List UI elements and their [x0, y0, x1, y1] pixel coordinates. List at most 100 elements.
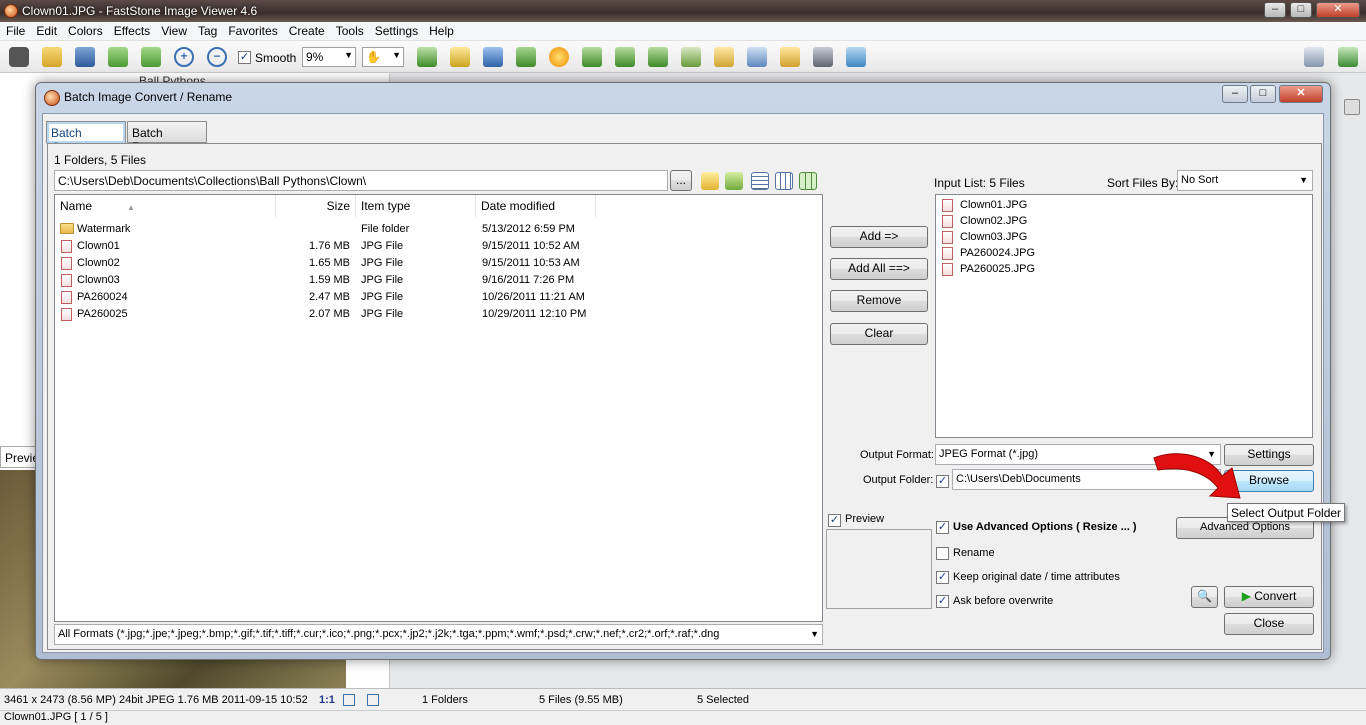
- close-dialog-button[interactable]: Close: [1224, 613, 1314, 635]
- close-button[interactable]: ✕: [1316, 2, 1360, 18]
- menu-create[interactable]: Create: [283, 22, 330, 38]
- file-type: JPG File: [361, 240, 404, 252]
- rename-checkbox[interactable]: [936, 547, 949, 560]
- details-view-icon[interactable]: [775, 172, 793, 190]
- file-date: 10/29/2011 12:10 PM: [482, 308, 587, 320]
- camera-icon[interactable]: [9, 47, 29, 67]
- full-size-icon[interactable]: [367, 694, 379, 706]
- keep-date-checkbox[interactable]: ✓: [936, 571, 949, 584]
- remove-button[interactable]: Remove: [830, 290, 928, 312]
- table-row[interactable]: Watermark File folder 5/13/2012 6:59 PM: [55, 221, 822, 238]
- convert-button[interactable]: ▶ Convert: [1224, 586, 1314, 608]
- file-name: PA260025: [77, 308, 128, 320]
- menu-settings[interactable]: Settings: [369, 22, 423, 38]
- up-folder-icon[interactable]: [701, 172, 719, 190]
- list-item[interactable]: Clown03.JPG: [940, 229, 1308, 245]
- sort-files-select[interactable]: No Sort ▼: [1177, 170, 1313, 191]
- chevron-down-icon: ▼: [344, 50, 353, 60]
- batch-icon[interactable]: [846, 47, 866, 67]
- thumbnail-view-icon[interactable]: [799, 172, 817, 190]
- menu-view[interactable]: View: [155, 22, 192, 38]
- draw-icon[interactable]: [747, 47, 767, 67]
- list-item[interactable]: PA260024.JPG: [940, 245, 1308, 261]
- actual-size-ratio[interactable]: 1:1: [319, 694, 335, 706]
- refresh-folder-icon[interactable]: [725, 172, 743, 190]
- minimize-button[interactable]: –: [1264, 2, 1286, 18]
- output-folder-checkbox[interactable]: ✓: [936, 475, 949, 488]
- zoom-out-icon[interactable]: −: [207, 47, 227, 67]
- dialog-title: Batch Image Convert / Rename: [64, 90, 233, 104]
- list-item[interactable]: PA260025.JPG: [940, 261, 1308, 277]
- smooth-label: Smooth: [255, 51, 297, 65]
- menu-colors[interactable]: Colors: [62, 22, 108, 38]
- colors-icon[interactable]: [483, 47, 503, 67]
- add-button[interactable]: Add =>: [830, 226, 928, 248]
- preview-tab[interactable]: Previe: [0, 446, 40, 468]
- sun-icon[interactable]: [549, 47, 569, 67]
- path-field[interactable]: C:\Users\Deb\Documents\Collections\Ball …: [54, 170, 668, 191]
- clear-button[interactable]: Clear: [830, 323, 928, 345]
- fit-icon[interactable]: [417, 47, 437, 67]
- format-filter-select[interactable]: All Formats (*.jpg;*.jpe;*.jpeg;*.bmp;*.…: [54, 624, 823, 645]
- dialog-maximize-button[interactable]: □: [1250, 85, 1276, 103]
- preview-checkbox[interactable]: ✓: [828, 514, 841, 527]
- menu-help[interactable]: Help: [423, 22, 459, 38]
- ask-overwrite-label: Ask before overwrite: [953, 595, 1054, 607]
- compare-icon[interactable]: [714, 47, 734, 67]
- menu-edit[interactable]: Edit: [30, 22, 62, 38]
- list-view-icon[interactable]: [751, 172, 769, 190]
- dialog-minimize-button[interactable]: –: [1222, 85, 1248, 103]
- trash-icon[interactable]: [1344, 99, 1360, 115]
- open-folder-icon[interactable]: [42, 47, 62, 67]
- menu-effects[interactable]: Effects: [108, 22, 155, 38]
- rotate-right-icon[interactable]: [615, 47, 635, 67]
- maximize-button[interactable]: □: [1290, 2, 1312, 18]
- layout-icon[interactable]: [1304, 47, 1324, 67]
- preview-magnifier-button[interactable]: 🔍: [1191, 586, 1218, 608]
- zoom-select[interactable]: 9% ▼: [302, 47, 356, 67]
- next-icon[interactable]: [141, 47, 161, 67]
- smooth-checkbox[interactable]: ✓: [238, 51, 251, 64]
- file-date: 10/26/2011 11:21 AM: [482, 291, 585, 303]
- column-name[interactable]: Name ▲: [55, 195, 276, 217]
- menu-tag[interactable]: Tag: [192, 22, 222, 38]
- fullscreen-icon[interactable]: [1338, 47, 1358, 67]
- tab-batch-convert[interactable]: Batch Convert: [46, 121, 126, 154]
- table-row[interactable]: PA260025 2.07 MB JPG File 10/29/2011 12:…: [55, 306, 822, 323]
- flip-icon[interactable]: [648, 47, 668, 67]
- column-date-modified[interactable]: Date modified: [476, 195, 596, 217]
- table-row[interactable]: PA260024 2.47 MB JPG File 10/26/2011 11:…: [55, 289, 822, 306]
- menu-favorites[interactable]: Favorites: [222, 22, 282, 38]
- hand-tool-select[interactable]: ✋ ▼: [362, 47, 404, 67]
- print-icon[interactable]: [813, 47, 833, 67]
- sort-files-label: Sort Files By:: [1107, 176, 1179, 190]
- menu-file[interactable]: File: [0, 22, 30, 38]
- use-advanced-checkbox[interactable]: ✓: [936, 521, 949, 534]
- slideshow-icon[interactable]: [681, 47, 701, 67]
- user-icon[interactable]: [516, 47, 536, 67]
- email-icon[interactable]: [780, 47, 800, 67]
- rotate-left-icon[interactable]: [582, 47, 602, 67]
- table-row[interactable]: Clown03 1.59 MB JPG File 9/16/2011 7:26 …: [55, 272, 822, 289]
- add-all-button[interactable]: Add All ==>: [830, 258, 928, 280]
- jpg-file-icon: [61, 240, 72, 253]
- zoom-in-icon[interactable]: +: [174, 47, 194, 67]
- column-item-type[interactable]: Item type: [356, 195, 476, 217]
- dialog-close-button[interactable]: ✕: [1279, 85, 1323, 103]
- list-item[interactable]: Clown02.JPG: [940, 213, 1308, 229]
- use-advanced-label: Use Advanced Options ( Resize ... ): [953, 521, 1137, 533]
- menu-tools[interactable]: Tools: [330, 22, 369, 38]
- table-row[interactable]: Clown01 1.76 MB JPG File 9/15/2011 10:52…: [55, 238, 822, 255]
- batch-convert-dialog: Batch Image Convert / Rename – □ ✕ Batch…: [35, 82, 1331, 660]
- previous-icon[interactable]: [108, 47, 128, 67]
- fit-window-icon[interactable]: [343, 694, 355, 706]
- ask-overwrite-checkbox[interactable]: ✓: [936, 595, 949, 608]
- tab-batch-rename[interactable]: Batch Rename: [127, 121, 207, 154]
- list-item[interactable]: Clown01.JPG: [940, 197, 1308, 213]
- save-icon[interactable]: [75, 47, 95, 67]
- table-row[interactable]: Clown02 1.65 MB JPG File 9/15/2011 10:53…: [55, 255, 822, 272]
- column-size[interactable]: Size: [276, 195, 356, 217]
- path-browse-button[interactable]: ...: [670, 170, 692, 191]
- file-name: Clown03: [77, 274, 120, 286]
- crop-icon[interactable]: [450, 47, 470, 67]
